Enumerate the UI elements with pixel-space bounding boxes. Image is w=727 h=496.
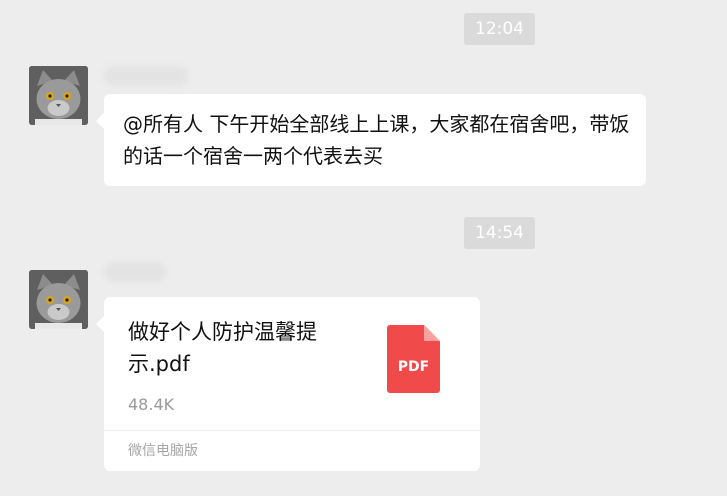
file-name: 做好个人防护温馨提示.pdf [128, 320, 317, 376]
text-message-bubble[interactable]: @所有人 下午开始全部线上上课，大家都在宿舍吧，带饭的话一个宿舍一两个代表去买 [96, 94, 646, 186]
cat-avatar-icon [29, 270, 88, 329]
sender-name-blurred [104, 66, 188, 86]
sender-name-blurred [104, 262, 166, 282]
timestamp: 12:04 [464, 13, 535, 45]
file-source-label: 微信电脑版 [128, 443, 198, 459]
file-size: 48.4K [128, 395, 175, 414]
message-text: @所有人 下午开始全部线上上课，大家都在宿舍吧，带饭的话一个宿舍一两个代表去买 [123, 112, 630, 168]
divider [104, 430, 480, 431]
avatar[interactable] [29, 270, 88, 329]
pdf-file-icon-fold [424, 325, 440, 341]
cat-avatar-icon [29, 66, 88, 125]
pdf-icon-label: PDF [397, 359, 430, 375]
timestamp: 14:54 [464, 217, 535, 249]
file-message-bubble[interactable]: 做好个人防护温馨提示.pdf PDF 48.4K 微信电脑版 [96, 297, 480, 471]
avatar[interactable] [29, 66, 88, 125]
